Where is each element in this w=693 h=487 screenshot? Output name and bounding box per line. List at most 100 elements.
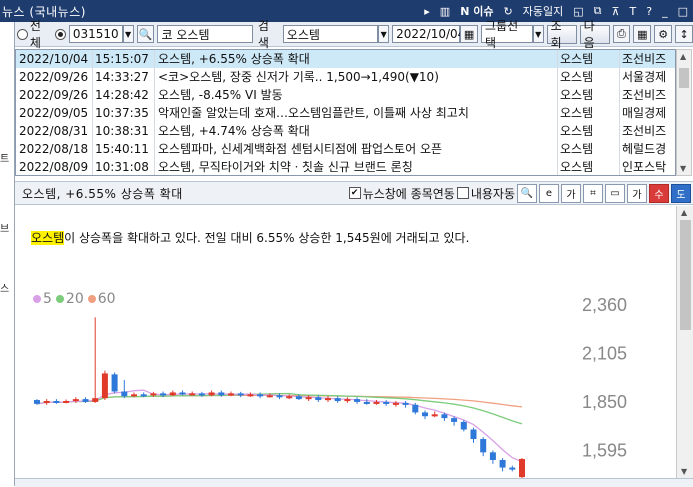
candle-body (383, 401, 390, 404)
news-stock: 오스템 (558, 86, 620, 104)
news-row[interactable]: 2022/08/31 10:38:31 오스템, +4.74% 상승폭 확대 오… (16, 122, 675, 140)
maximize-icon[interactable]: □ (673, 0, 693, 22)
candle-body (276, 395, 283, 398)
candle-body (247, 394, 254, 397)
code-dropdown-icon[interactable]: ▼ (122, 25, 134, 43)
news-date: 2022/10/04 (16, 50, 93, 68)
news-scroll-thumb[interactable] (679, 68, 689, 88)
candle-body (286, 396, 293, 399)
news-scrollbar[interactable]: ▲ ▼ (676, 49, 692, 176)
candle-body (208, 392, 215, 396)
search-keyword-input[interactable]: 오스템 (282, 25, 379, 43)
scroll-up-icon[interactable]: ▲ (681, 208, 687, 217)
candle-body (431, 414, 438, 417)
news-stock: 오스템 (558, 122, 620, 140)
news-stock: 오스템 (558, 104, 620, 122)
group-dropdown-icon[interactable]: ▼ (532, 25, 544, 43)
image-icon[interactable]: ▭ (605, 183, 625, 203)
stock-field[interactable]: 코 오스템 (157, 25, 253, 43)
candle-body (315, 397, 322, 401)
candle-body (53, 401, 60, 403)
screen-icon[interactable]: ▥ (435, 0, 455, 22)
candle-body (392, 402, 399, 405)
group-select[interactable]: 그룹선택 (481, 19, 533, 50)
news-source: 인포스탁 (622, 160, 667, 174)
candle-body (218, 392, 225, 396)
news-stock: 오스템 (558, 158, 620, 175)
candle-body (412, 404, 419, 413)
help-icon[interactable]: ? (641, 0, 657, 22)
news-date: 2022/08/18 (16, 140, 93, 158)
calendar-icon[interactable]: ▦ (460, 25, 478, 43)
candle-body (131, 394, 137, 397)
news-title: 오스템, +4.74% 상승폭 확대 (155, 122, 558, 140)
candle-body (373, 401, 380, 404)
triangle-right-icon[interactable]: ▸ (419, 0, 435, 22)
link-news-label: 뉴스창에 종목연동 (362, 186, 455, 201)
scroll-up-icon[interactable]: ▲ (680, 52, 686, 61)
candle-body (121, 391, 128, 397)
link-news-checkbox[interactable]: ✔ 뉴스창에 종목연동 (348, 185, 455, 202)
next-button[interactable]: 다음 (579, 19, 610, 50)
scroll-down-icon[interactable]: ▼ (681, 467, 687, 476)
search-toolbar: 전체 031510 ▼ 🔍 코 오스템 검색 오스템 ▼ 2022/10/04 … (15, 19, 693, 50)
news-source: 서울경제 (622, 70, 667, 84)
query-button[interactable]: 조회 (546, 19, 577, 50)
candle-body (150, 393, 157, 396)
auto-content-checkbox[interactable]: 내용자동 (456, 185, 515, 202)
search-label: 검색 (257, 19, 269, 50)
article-options: ✔ 뉴스창에 종목연동 내용자동 🔍 e 가 ⌗ ▭ 가 수 도 (348, 183, 693, 203)
date-input[interactable]: 2022/10/04 (392, 25, 465, 43)
radio-all[interactable]: 전체 (17, 17, 52, 51)
news-row[interactable]: 2022/09/26 14:28:42 오스템, -8.45% VI 발동 오스… (16, 86, 675, 104)
news-date: 2022/09/26 (16, 86, 93, 104)
news-date: 2022/08/09 (16, 158, 93, 175)
news-row[interactable]: 2022/08/18 15:40:11 오스템파마, 신세계백화점 센텀시티점에… (16, 140, 675, 158)
news-source: 헤럴드경 (622, 142, 667, 156)
news-date: 2022/08/31 (16, 122, 93, 140)
font-icon[interactable]: T (625, 0, 642, 22)
ma5-line (36, 389, 523, 463)
article-scrollbar[interactable]: ▲ ▼ (676, 206, 693, 478)
article-body-text: 이 상승폭을 확대하고 있다. 전일 대비 6.55% 상승한 1,545원에 … (64, 231, 470, 245)
settings-icon[interactable]: ⚙ (654, 25, 673, 43)
candle-body (363, 401, 370, 404)
font-small-icon[interactable]: 가 (627, 183, 647, 203)
news-row[interactable]: 2022/09/26 14:33:27 <코>오스템, 장중 신저가 기록.. … (16, 68, 675, 86)
search-dropdown-icon[interactable]: ▼ (378, 25, 390, 43)
candle-body (441, 414, 448, 419)
news-title: <코>오스템, 장중 신저가 기록.. 1,500→1,490(▼10) (155, 68, 558, 86)
news-date: 2022/09/05 (16, 104, 93, 122)
news-time: 15:40:11 (93, 140, 155, 158)
news-row[interactable]: 2022/08/09 10:31:08 오스템, 무직타이거와 치약ㆍ칫솔 신규… (16, 158, 675, 175)
stock-name: 오스템 (176, 27, 210, 42)
candle-body (295, 396, 302, 400)
code-input[interactable]: 031510 (68, 25, 123, 43)
news-source: 조선비즈 (622, 88, 667, 102)
candle-body (92, 398, 99, 402)
news-row[interactable]: 2022/10/04 15:15:07 오스템, +6.55% 상승폭 확대 오… (16, 50, 675, 68)
capture-icon[interactable]: ⌗ (583, 183, 603, 203)
zoom-icon[interactable]: 🔍 (517, 183, 537, 203)
candle-body (101, 373, 108, 399)
news-row[interactable]: 2022/09/05 10:37:35 악재인줄 알았는데 호재…오스템임플란트… (16, 104, 675, 122)
ie-icon[interactable]: e (539, 183, 559, 203)
font-size-icon[interactable]: 가 (561, 183, 581, 203)
minimize-icon[interactable]: _ (657, 0, 673, 22)
candle-body (198, 393, 205, 396)
candle-body (34, 400, 40, 404)
modify-icon[interactable]: 수 (649, 183, 669, 203)
sort-icon[interactable]: ↕ (675, 25, 693, 43)
radio-code[interactable] (54, 28, 66, 40)
candle-body (257, 394, 264, 397)
print-icon[interactable]: ⎙ (612, 25, 631, 43)
grid-icon[interactable]: ▦ (633, 25, 652, 43)
article-scroll-thumb[interactable] (680, 220, 691, 330)
scroll-down-icon[interactable]: ▼ (680, 164, 686, 173)
help-doc-icon[interactable]: 도 (671, 183, 691, 203)
news-title: 오스템, 무직타이거와 치약ㆍ칫솔 신규 브랜드 론칭 (155, 158, 558, 175)
candle-body (189, 393, 196, 396)
pin-icon[interactable]: ⊼ (606, 0, 624, 22)
search-icon[interactable]: 🔍 (136, 25, 155, 43)
radio-all-circle (17, 28, 28, 40)
